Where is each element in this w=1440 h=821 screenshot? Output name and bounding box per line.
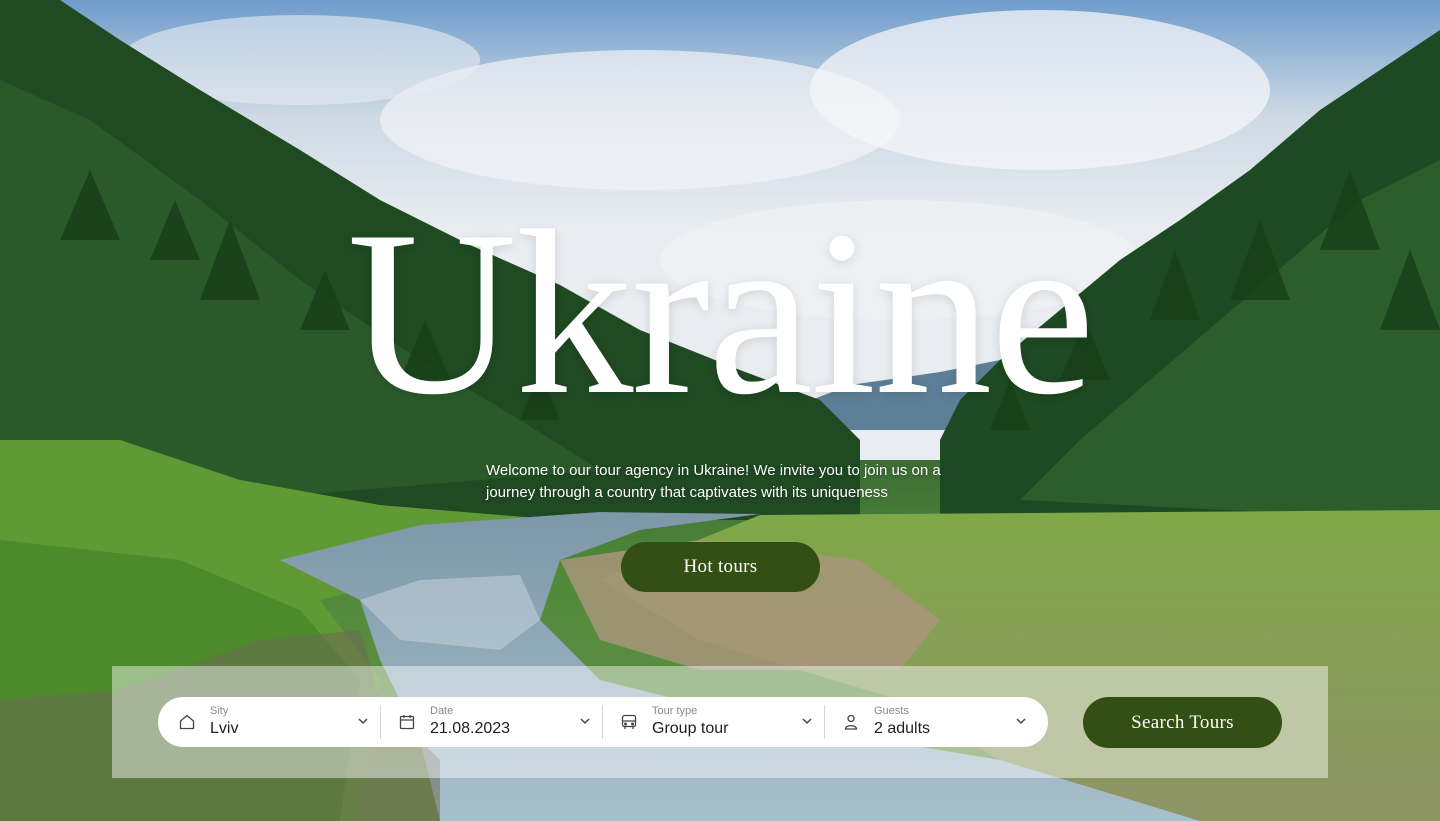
chevron-down-icon — [358, 718, 368, 725]
date-field[interactable]: Date 21.08.2023 — [380, 697, 602, 747]
guests-label: Guests — [874, 705, 909, 717]
calendar-icon — [396, 711, 418, 733]
home-icon — [176, 711, 198, 733]
chevron-down-icon — [802, 718, 812, 725]
date-value: 21.08.2023 — [430, 720, 511, 737]
person-icon — [840, 711, 862, 733]
search-tours-button[interactable]: Search Tours — [1083, 697, 1282, 748]
welcome-text: Welcome to our tour agency in Ukraine! W… — [486, 462, 941, 501]
tour-type-label: Tour type — [652, 705, 698, 717]
chevron-down-icon — [1016, 718, 1026, 725]
guests-field[interactable]: Guests 2 adults — [824, 697, 1048, 747]
tour-type-field[interactable]: Tour type Group tour — [602, 697, 824, 747]
city-field[interactable]: Sity Lviv — [158, 697, 380, 747]
date-label: Date — [430, 705, 454, 717]
city-label: Sity — [210, 705, 229, 717]
chevron-down-icon — [580, 718, 590, 725]
city-value: Lviv — [210, 720, 239, 737]
guests-value: 2 adults — [874, 720, 931, 737]
hot-tours-button[interactable]: Hot tours — [621, 542, 820, 592]
search-fields: Sity Lviv Date 21.08.2023 Tour type Grou… — [158, 697, 1048, 747]
bus-icon — [618, 711, 640, 733]
hero-title: Ukraine — [346, 183, 1095, 444]
tour-type-value: Group tour — [652, 720, 729, 737]
hero-section: Ukraine Welcome to our tour agency in Uk… — [0, 0, 1440, 821]
